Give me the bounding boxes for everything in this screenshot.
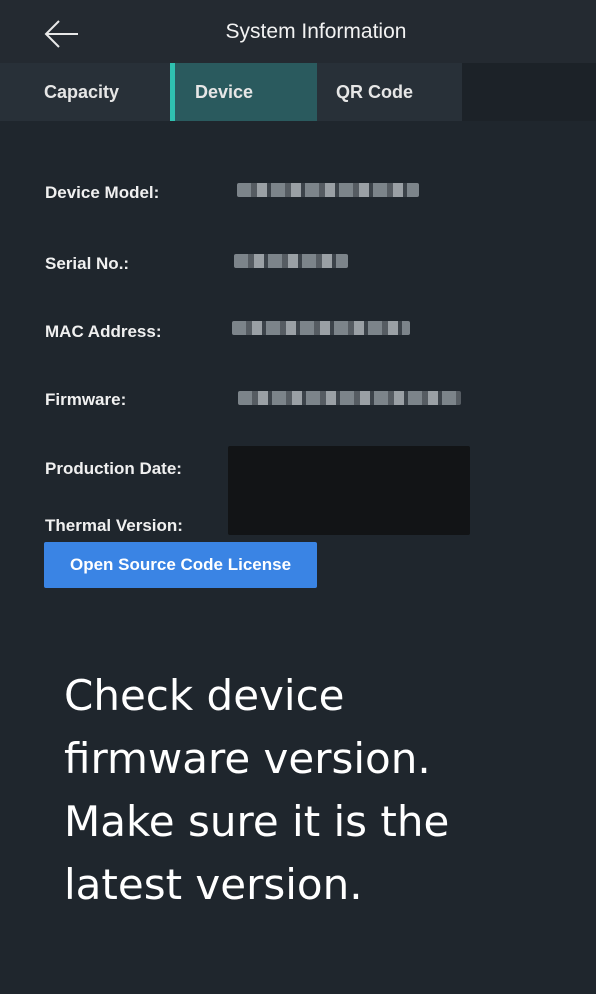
mac-address-value-blurred	[232, 321, 410, 335]
device-model-value-blurred	[237, 183, 419, 197]
open-source-license-button[interactable]: Open Source Code License	[44, 542, 317, 588]
production-date-label: Production Date:	[45, 459, 182, 478]
screen: System Information Capacity Device QR Co…	[0, 0, 596, 994]
tab-capacity[interactable]: Capacity	[0, 63, 170, 121]
thermal-version-label: Thermal Version:	[45, 516, 183, 535]
tab-qr-code[interactable]: QR Code	[317, 63, 462, 121]
tab-bar: Capacity Device QR Code	[0, 63, 596, 121]
device-model-label: Device Model:	[45, 183, 160, 202]
page-title: System Information	[225, 20, 407, 43]
redacted-values-box	[228, 446, 470, 535]
header-bar: System Information	[0, 0, 596, 63]
serial-number-label: Serial No.:	[45, 254, 130, 273]
firmware-label: Firmware:	[45, 390, 127, 409]
tab-device[interactable]: Device	[170, 63, 317, 121]
instruction-caption: Check device firmware version. Make sure…	[64, 671, 450, 909]
mac-address-label: MAC Address:	[45, 322, 162, 341]
firmware-value-blurred	[238, 391, 461, 405]
serial-number-value-blurred	[234, 254, 348, 268]
